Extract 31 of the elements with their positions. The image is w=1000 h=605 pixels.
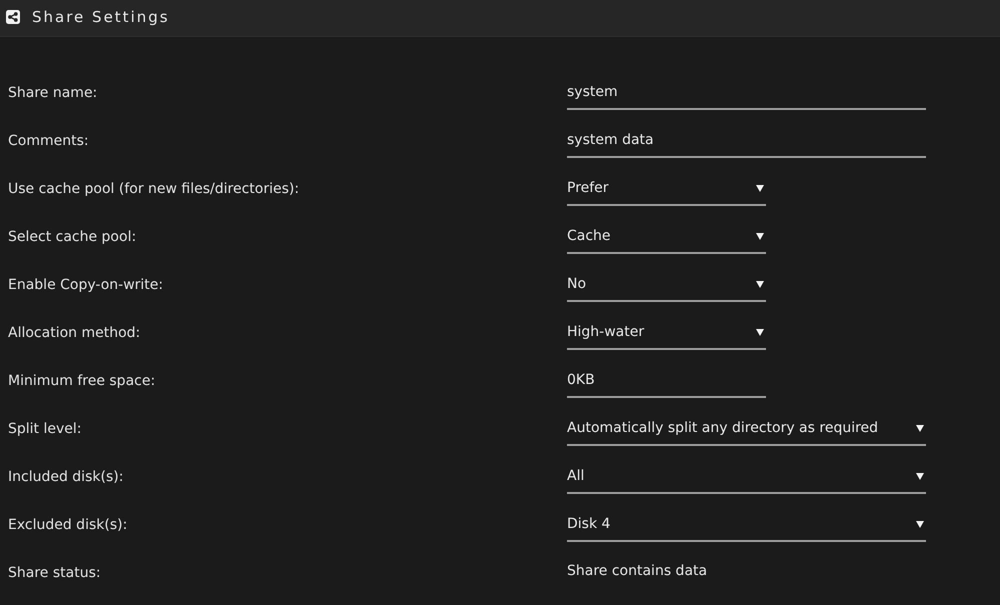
- page-title: Share Settings: [32, 8, 170, 26]
- status-text: Share contains data: [567, 562, 708, 581]
- setting-label: Share name:: [7, 84, 98, 103]
- caret-icon: [916, 520, 924, 528]
- caret-icon: [756, 280, 764, 288]
- setting-label: Enable Copy-on-write:: [7, 276, 164, 295]
- setting-label: Included disk(s):: [7, 468, 124, 487]
- dropdown-field[interactable]: Cache: [567, 220, 766, 254]
- dropdown-field[interactable]: Automatically split any directory as required: [567, 412, 926, 446]
- caret-icon: [916, 424, 924, 432]
- text-field[interactable]: system: [567, 76, 926, 110]
- setting-label: Minimum free space:: [7, 372, 156, 391]
- setting-label: Comments:: [7, 132, 89, 151]
- caret-icon: [756, 232, 764, 240]
- dropdown-field[interactable]: High-water: [567, 316, 766, 350]
- dropdown-field[interactable]: Prefer: [567, 172, 766, 206]
- text-field[interactable]: 0KB: [567, 364, 766, 398]
- caret-icon: [756, 184, 764, 192]
- dropdown-field[interactable]: Disk 4: [567, 508, 926, 542]
- setting-label: Select cache pool:: [7, 228, 136, 247]
- dropdown-field[interactable]: No: [567, 268, 766, 302]
- setting-label: Use cache pool (for new files/directories):: [7, 180, 300, 199]
- setting-label: Allocation method:: [7, 324, 140, 343]
- setting-label: Share status:: [7, 564, 101, 583]
- dropdown-field[interactable]: All: [567, 460, 926, 494]
- text-field[interactable]: system data: [567, 124, 926, 158]
- caret-icon: [916, 472, 924, 480]
- caret-icon: [756, 328, 764, 336]
- share-icon: [6, 10, 20, 24]
- setting-label: Split level:: [7, 420, 82, 439]
- setting-label: Excluded disk(s):: [7, 516, 128, 535]
